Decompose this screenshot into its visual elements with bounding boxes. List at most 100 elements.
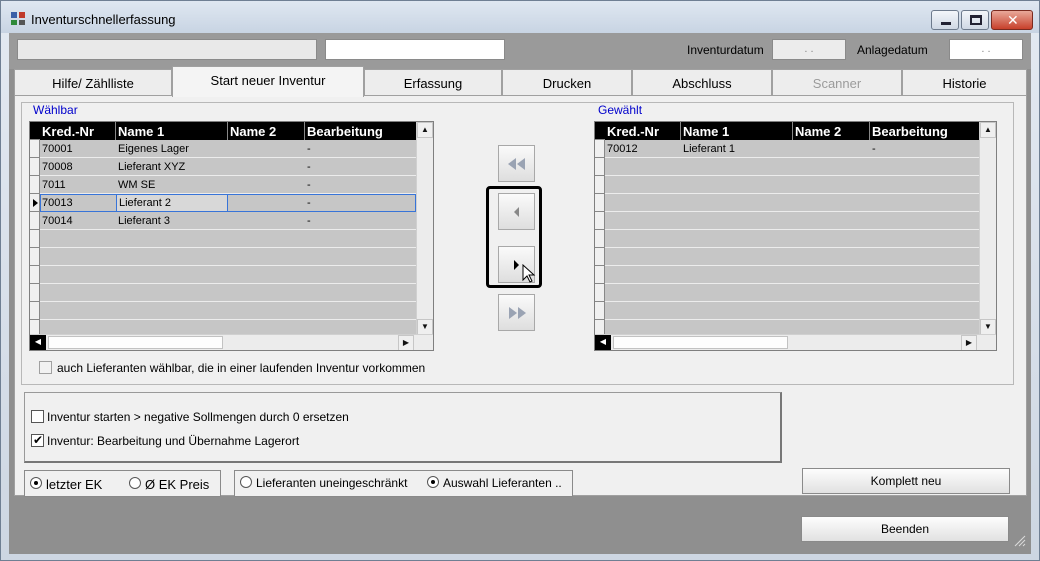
beenden-button[interactable]: Beenden (801, 516, 1009, 542)
row-selector[interactable] (30, 266, 40, 284)
column-header-name1[interactable]: Name 1 (116, 122, 228, 140)
column-header-name1[interactable]: Name 1 (681, 122, 793, 140)
row-selector[interactable] (30, 176, 40, 194)
row-selector[interactable] (30, 248, 40, 266)
row-selector[interactable] (595, 266, 605, 284)
tab-erfassung[interactable]: Erfassung (364, 69, 502, 96)
table-row[interactable]: 70012 Lieferant 1 - (605, 140, 979, 158)
table-row[interactable]: 7011 WM SE - (40, 176, 416, 194)
table-row[interactable]: 70014 Lieferant 3 - (40, 212, 416, 230)
empty-row (40, 302, 416, 320)
row-selector-column (30, 122, 40, 338)
lieferanten-uneingeschraenkt-label: Lieferanten uneingeschränkt (256, 476, 408, 490)
table-row[interactable]: 70001 Eigenes Lager - (40, 140, 416, 158)
close-window-button[interactable]: ✕ (991, 10, 1033, 30)
cell-name1: Lieferant 1 (683, 143, 735, 155)
column-header-name2[interactable]: Name 2 (228, 122, 305, 140)
column-header-bearbeitung[interactable]: Bearbeitung (305, 122, 416, 140)
row-selector[interactable] (595, 302, 605, 320)
gewaehlt-vertical-scrollbar[interactable]: ▲ ▼ (979, 122, 996, 335)
header-bar: Inventurdatum . . Anlagedatum . . (9, 33, 1031, 69)
row-selector[interactable] (30, 140, 40, 158)
row-selector[interactable] (30, 194, 40, 212)
column-header-name2[interactable]: Name 2 (793, 122, 870, 140)
row-selector[interactable] (595, 230, 605, 248)
row-selector[interactable] (595, 212, 605, 230)
mouse-cursor-icon (522, 264, 536, 283)
empty-row (605, 248, 979, 266)
waehlbar-grid[interactable]: Kred.-Nr Name 1 Name 2 Bearbeitung 70001… (29, 121, 434, 351)
scroll-up-icon[interactable]: ▲ (980, 122, 996, 138)
cell-name2 (228, 176, 305, 194)
scroll-left-icon[interactable]: ◀ (595, 335, 611, 350)
row-selector[interactable] (595, 122, 605, 140)
negative-sollmengen-label: Inventur starten > negative Sollmengen d… (47, 410, 349, 424)
waehlbar-vertical-scrollbar[interactable]: ▲ ▼ (416, 122, 433, 335)
scroll-right-icon[interactable]: ▶ (398, 335, 414, 350)
cell-name2 (228, 140, 305, 158)
main-window: Inventurschnellerfassung ✕ Inventurdatum… (0, 0, 1040, 561)
cell-kred-nr: 70013 (42, 197, 73, 209)
scroll-up-icon[interactable]: ▲ (417, 122, 433, 138)
tab-drucken[interactable]: Drucken (502, 69, 632, 96)
maximize-button[interactable] (961, 10, 989, 30)
column-header-bearbeitung[interactable]: Bearbeitung (870, 122, 979, 140)
laufende-inventur-checkbox[interactable] (39, 361, 52, 374)
start-options-group (24, 392, 782, 463)
move-all-right-button[interactable] (498, 294, 535, 331)
waehlbar-horizontal-scrollbar[interactable]: ◀ ▶ (30, 334, 433, 350)
row-selector[interactable] (595, 176, 605, 194)
resize-grip-icon[interactable] (1012, 533, 1026, 547)
gewaehlt-grid[interactable]: Kred.-Nr Name 1 Name 2 Bearbeitung 70012… (594, 121, 997, 351)
minimize-button[interactable] (931, 10, 959, 30)
cell-name1: Lieferant XYZ (118, 161, 186, 173)
header-field-1[interactable] (17, 39, 317, 60)
row-selector[interactable] (595, 158, 605, 176)
tab-hilfe-zaehlliste[interactable]: Hilfe/ Zählliste (14, 69, 172, 96)
cell-kred-nr: 7011 (42, 179, 66, 191)
move-left-button[interactable] (498, 193, 535, 230)
row-selector[interactable] (30, 212, 40, 230)
table-row-selected[interactable]: 70013 Lieferant 2 - (40, 194, 416, 212)
letzter-ek-radio[interactable] (30, 477, 42, 489)
tab-historie[interactable]: Historie (902, 69, 1027, 96)
scroll-left-icon[interactable]: ◀ (30, 335, 46, 350)
row-selector[interactable] (595, 248, 605, 266)
client-area: Inventurdatum . . Anlagedatum . . Hilfe/… (9, 33, 1031, 554)
empty-row (605, 194, 979, 212)
horizontal-scroll-thumb[interactable] (613, 336, 788, 349)
gewaehlt-horizontal-scrollbar[interactable]: ◀ ▶ (595, 334, 996, 350)
row-selector[interactable] (595, 194, 605, 212)
row-selector[interactable] (30, 158, 40, 176)
minimize-icon (941, 22, 951, 25)
scroll-down-icon[interactable]: ▼ (980, 319, 996, 335)
komplett-neu-button[interactable]: Komplett neu (802, 468, 1010, 494)
scroll-right-icon[interactable]: ▶ (961, 335, 977, 350)
empty-row (40, 248, 416, 266)
empty-row (605, 212, 979, 230)
gewaehlt-label: Gewählt (598, 103, 643, 117)
auswahl-lieferanten-radio[interactable] (427, 476, 439, 488)
row-selector[interactable] (30, 284, 40, 302)
column-header-kred-nr[interactable]: Kred.-Nr (40, 122, 116, 140)
row-selector[interactable] (595, 284, 605, 302)
negative-sollmengen-checkbox[interactable] (31, 410, 44, 423)
cell-name1-active[interactable]: Lieferant 2 (116, 194, 228, 212)
inventurdatum-field[interactable]: . . (772, 39, 846, 60)
anlagedatum-field[interactable]: . . (949, 39, 1023, 60)
row-selector[interactable] (595, 140, 605, 158)
lagerort-checkbox[interactable]: ✔ (31, 433, 44, 447)
maximize-icon (970, 15, 982, 25)
row-selector[interactable] (30, 302, 40, 320)
table-row[interactable]: 70008 Lieferant XYZ - (40, 158, 416, 176)
lieferanten-uneingeschraenkt-radio[interactable] (240, 476, 252, 488)
horizontal-scroll-thumb[interactable] (48, 336, 223, 349)
column-header-kred-nr[interactable]: Kred.-Nr (605, 122, 681, 140)
scroll-down-icon[interactable]: ▼ (417, 319, 433, 335)
tab-start-neuer-inventur[interactable]: Start neuer Inventur (172, 66, 364, 97)
ek-preis-radio[interactable] (129, 477, 141, 489)
row-selector[interactable] (30, 122, 40, 140)
header-field-2[interactable] (325, 39, 505, 60)
row-selector[interactable] (30, 230, 40, 248)
tab-abschluss[interactable]: Abschluss (632, 69, 772, 96)
